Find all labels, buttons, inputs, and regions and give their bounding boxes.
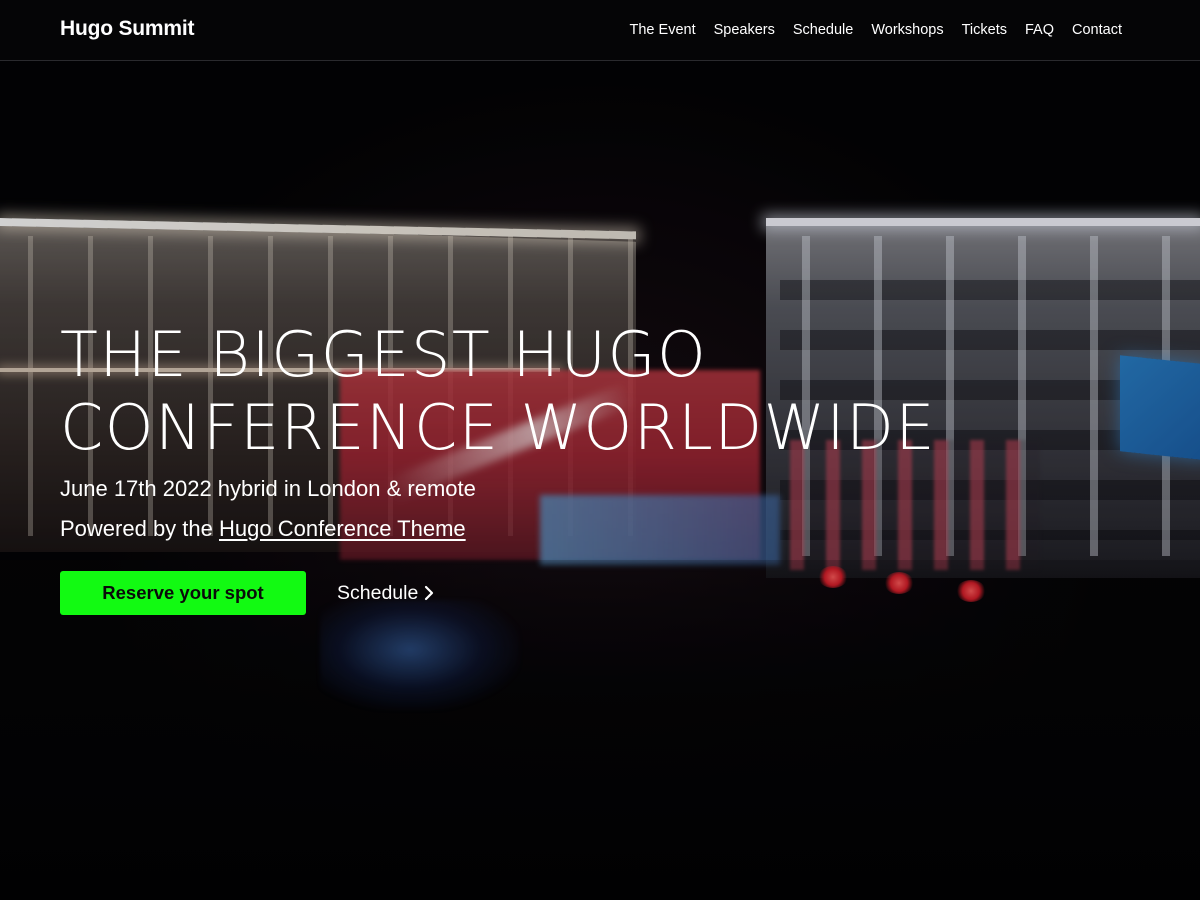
nav-item: Contact (1072, 21, 1122, 39)
hero-section: THE BIGGEST HUGO CONFERENCE WORLDWIDE Ju… (60, 318, 1160, 615)
nav-item: FAQ (1025, 21, 1054, 39)
schedule-link[interactable]: Schedule (337, 582, 435, 605)
navbar: Hugo Summit The Event Speakers Schedule … (0, 0, 1200, 61)
nav-item: Workshops (871, 21, 943, 39)
reserve-spot-button[interactable]: Reserve your spot (60, 571, 306, 615)
nav-link-speakers[interactable]: Speakers (714, 22, 775, 38)
powered-by-text: Powered by the Hugo Conference Theme (60, 514, 1160, 544)
schedule-link-label: Schedule (337, 581, 419, 604)
chevron-right-icon (425, 585, 434, 601)
page: Hugo Summit The Event Speakers Schedule … (0, 0, 1200, 900)
nav-item: Tickets (962, 21, 1007, 39)
nav-link-contact[interactable]: Contact (1072, 22, 1122, 38)
nav-link-the-event[interactable]: The Event (630, 22, 696, 38)
nav-item: Schedule (793, 21, 853, 39)
nav-link-schedule[interactable]: Schedule (793, 22, 853, 38)
main-nav: The Event Speakers Schedule Workshops Ti… (612, 21, 1122, 39)
theme-link[interactable]: Hugo Conference Theme (219, 516, 466, 541)
nav-link-tickets[interactable]: Tickets (962, 22, 1007, 38)
powered-by-prefix: Powered by the (60, 516, 213, 541)
brand-logo-link[interactable]: Hugo Summit (60, 17, 194, 41)
nav-link-workshops[interactable]: Workshops (871, 22, 943, 38)
hero-title-line-2: CONFERENCE WORLDWIDE (60, 391, 937, 464)
nav-item: Speakers (714, 21, 775, 39)
hero-actions: Reserve your spot Schedule (60, 571, 1160, 615)
nav-item: The Event (630, 21, 696, 39)
hero-title: THE BIGGEST HUGO CONFERENCE WORLDWIDE (60, 318, 1160, 464)
nav-link-faq[interactable]: FAQ (1025, 22, 1054, 38)
hero-title-line-1: THE BIGGEST HUGO (60, 318, 708, 391)
event-date-text: June 17th 2022 hybrid in London & remote (60, 476, 476, 501)
